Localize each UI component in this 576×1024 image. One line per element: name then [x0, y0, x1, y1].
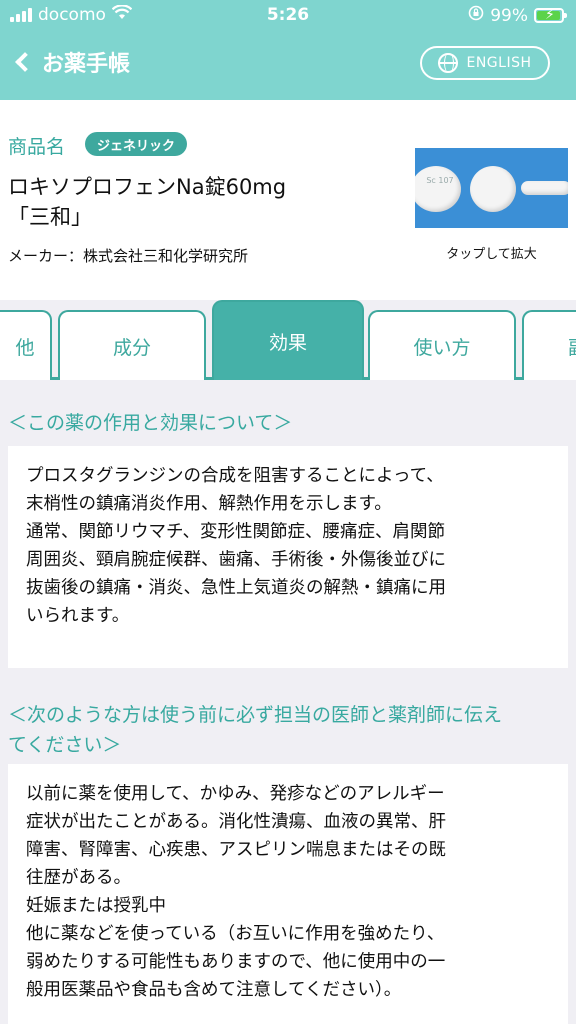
tap-to-enlarge[interactable]: タップして拡大 — [415, 243, 568, 262]
tab-usage[interactable]: 使い方 — [368, 310, 516, 380]
pill-side — [521, 181, 568, 195]
tab-side-effects[interactable]: 副 — [522, 310, 576, 380]
english-button[interactable]: ENGLISH — [420, 46, 550, 80]
battery-percent: 99% — [490, 5, 528, 26]
product-name-label: 商品名 — [8, 136, 66, 158]
pill-imprint: Sc 107 — [426, 176, 454, 185]
section-effects-heading: ＜この薬の作用と効果について＞ — [8, 412, 293, 434]
tab-effects[interactable]: 効果 — [212, 300, 364, 380]
tab-usage-label: 使い方 — [413, 336, 471, 359]
tab-side-effects-label: 副 — [568, 333, 576, 360]
tab-ingredients-label: 成分 — [112, 336, 151, 359]
tab-other[interactable]: 他 — [0, 310, 52, 380]
pill-front: Sc 107 — [415, 166, 461, 212]
section-caution-heading-line2: てください＞ — [8, 734, 122, 756]
app-header: docomo 5:26 99% ⚡ お薬手帳 ENGLISH — [0, 0, 576, 100]
product-name: ロキソプロフェンNa錠60mg 「三和」 — [8, 172, 408, 232]
back-button[interactable]: お薬手帳 — [12, 46, 130, 78]
tab-effects-label: 効果 — [268, 331, 307, 354]
english-label: ENGLISH — [466, 55, 532, 71]
section-effects-body: プロスタグランジンの合成を阻害することによって、 末梢性の鎮痛消炎作用、解熱作用… — [8, 446, 568, 668]
status-bar: docomo 5:26 99% ⚡ — [0, 0, 576, 32]
tab-other-label: 他 — [15, 336, 35, 359]
battery-icon: ⚡ — [534, 7, 567, 23]
chevron-left-icon — [15, 52, 35, 72]
pill-image[interactable]: Sc 107 — [415, 148, 568, 228]
tab-ingredients[interactable]: 成分 — [58, 310, 206, 380]
generic-badge: ジェネリック — [85, 132, 188, 156]
product-name-line1: ロキソプロフェンNa錠60mg — [8, 175, 287, 199]
section-caution-body: 以前に薬を使用して、かゆみ、発疹などのアレルギー 症状が出たことがある。消化性潰… — [8, 764, 568, 1024]
section-caution-heading: ＜次のような方は使う前に必ず担当の医師と薬剤師に伝え てください＞ — [8, 700, 502, 760]
product-name-line2: 「三和」 — [8, 205, 92, 229]
section-caution-heading-line1: ＜次のような方は使う前に必ず担当の医師と薬剤師に伝え — [8, 704, 503, 726]
globe-icon — [438, 53, 459, 73]
orientation-lock-icon — [468, 5, 484, 26]
back-label: お薬手帳 — [42, 52, 131, 77]
maker-text: メーカー：株式会社三和化学研究所 — [8, 247, 249, 265]
pill-back — [470, 166, 516, 212]
